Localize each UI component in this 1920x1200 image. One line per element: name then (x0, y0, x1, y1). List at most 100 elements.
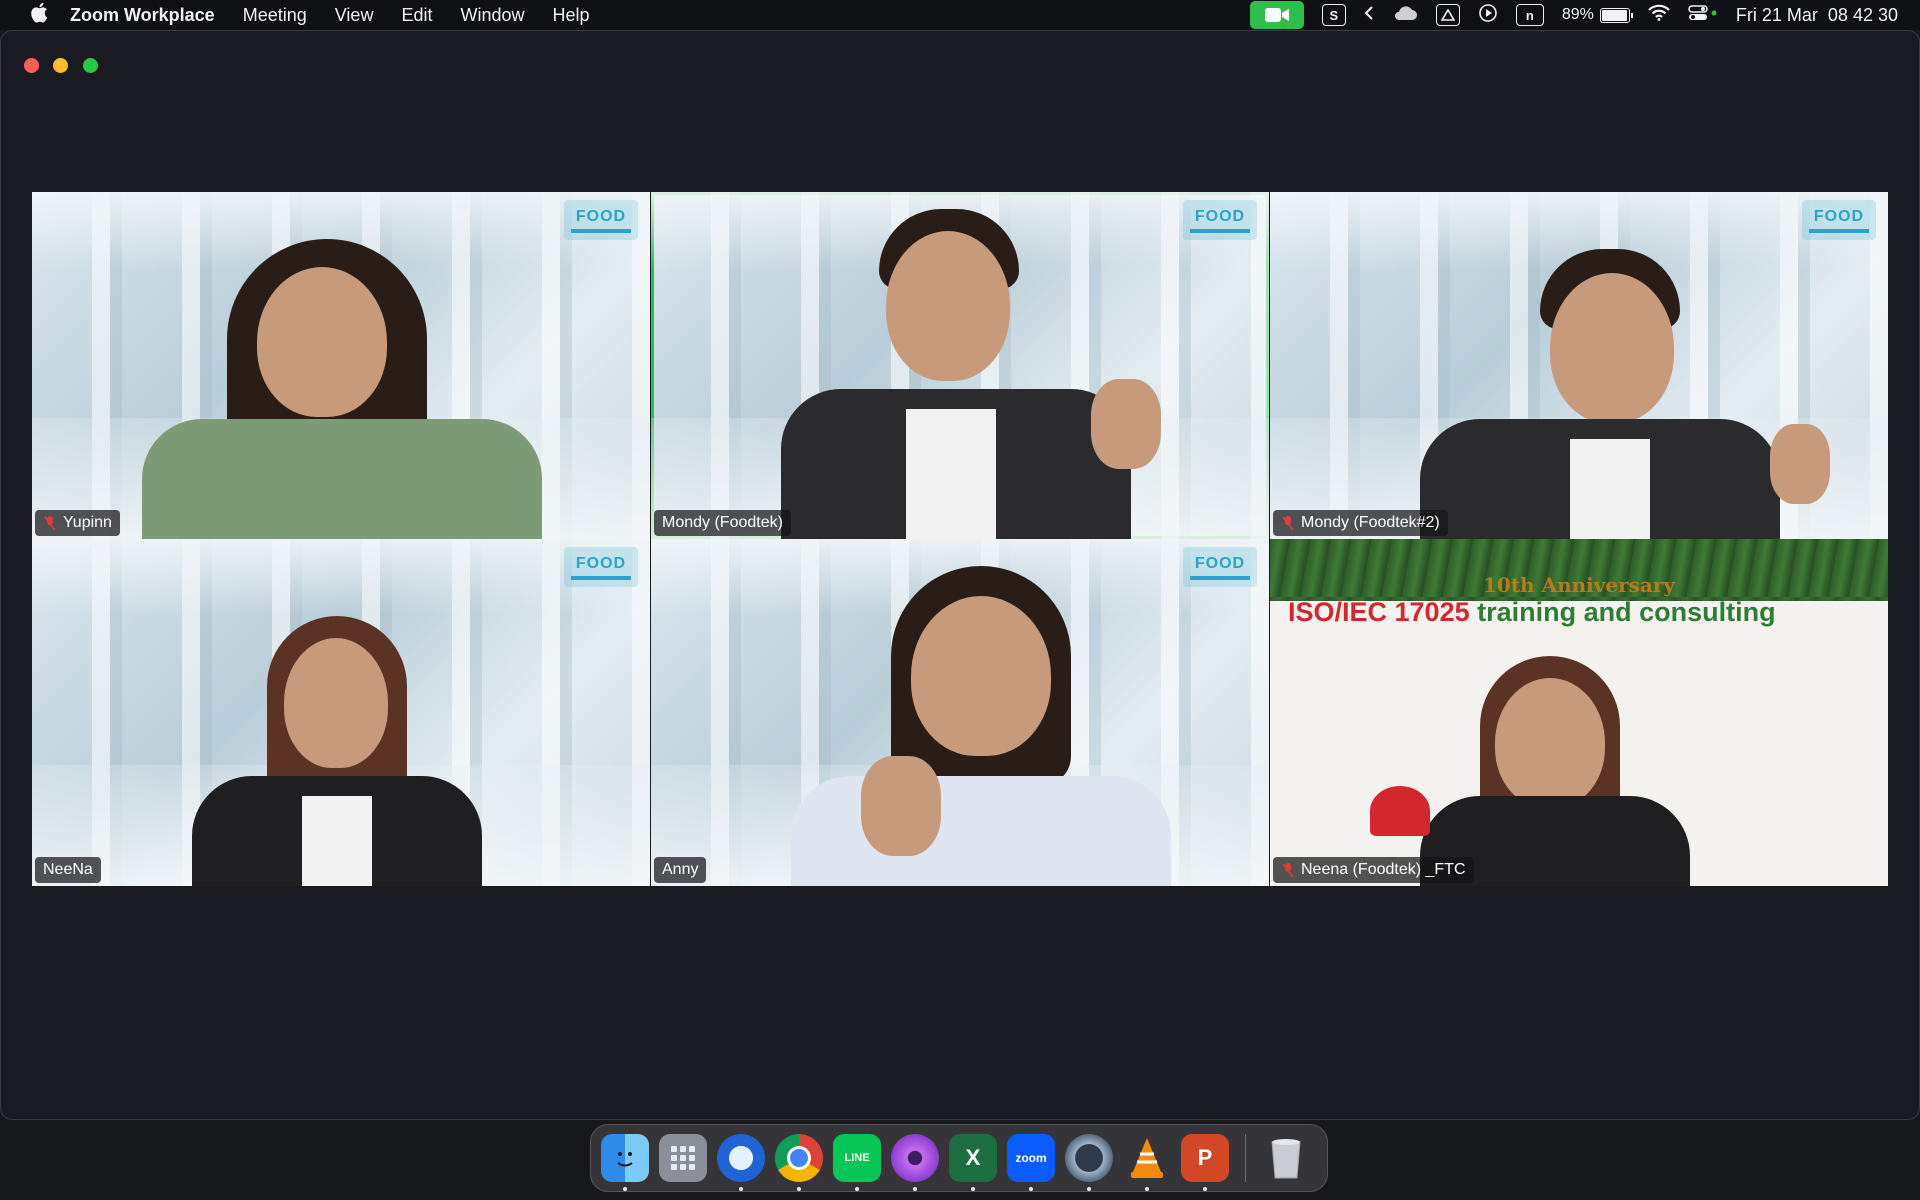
wifi-icon[interactable] (1648, 4, 1670, 26)
participant-name: Mondy (Foodtek#2) (1301, 514, 1440, 531)
menu-help[interactable]: Help (553, 5, 590, 26)
santa-hat-icon (1370, 786, 1430, 836)
logo-text: FOOD (575, 207, 627, 225)
launchpad-icon[interactable] (659, 1134, 707, 1182)
battery-icon (1599, 7, 1633, 23)
menu-view[interactable]: View (335, 5, 374, 26)
name-tag: Anny (654, 857, 707, 883)
muted-mic-icon (1281, 515, 1295, 531)
trash-icon[interactable] (1262, 1134, 1310, 1182)
participant-tile-neena[interactable]: FOOD NeeNa (32, 539, 650, 886)
window-close-button[interactable] (24, 58, 39, 73)
shirt (142, 419, 542, 539)
running-indicator (623, 1187, 627, 1191)
logo-bar (571, 575, 631, 580)
shirt (906, 409, 996, 539)
quicktime-icon[interactable] (1065, 1134, 1113, 1191)
face (911, 596, 1051, 756)
participant-tile-neena-foodtek-ftc[interactable]: 10th Anniversary ISO/IEC 17025 training … (1270, 539, 1888, 886)
app-menu-zoom[interactable]: Zoom Workplace (70, 5, 215, 26)
zoom-label: zoom (1015, 1151, 1047, 1165)
window-minimize-button[interactable] (53, 58, 68, 73)
thunderbird-icon[interactable] (717, 1134, 765, 1191)
skype-icon[interactable]: S (1321, 4, 1346, 26)
google-drive-icon[interactable] (1435, 4, 1460, 26)
face (1495, 678, 1605, 808)
name-tag: Yupinn (35, 510, 120, 536)
control-center-icon[interactable] (1688, 4, 1718, 27)
background-ceiling (32, 539, 650, 616)
participant-tile-yupinn[interactable]: FOOD Yupinn (32, 192, 650, 539)
chevron-left-icon[interactable] (1364, 5, 1374, 26)
participant-name: Anny (662, 861, 699, 878)
participant-name: Neena (Foodtek) _FTC (1301, 861, 1466, 878)
face (257, 267, 387, 417)
apple-menu-icon[interactable] (22, 2, 56, 28)
line-icon[interactable]: LINE (833, 1134, 881, 1191)
name-tag: Mondy (Foodtek) (654, 510, 791, 536)
logo-text: FOOD (575, 554, 627, 572)
finder-icon[interactable] (601, 1134, 649, 1191)
logo-text: FOOD (1194, 207, 1246, 225)
banner-title-training: training and consulting (1469, 597, 1776, 627)
notion-icon[interactable]: n (1515, 4, 1544, 26)
zoom-icon[interactable]: zoom (1007, 1134, 1055, 1191)
participant-name: Yupinn (63, 514, 112, 531)
foodtek-logo: FOOD (1183, 547, 1257, 587)
blouse (791, 776, 1171, 886)
menu-window[interactable]: Window (460, 5, 524, 26)
muted-mic-icon (1281, 862, 1295, 878)
dock: LINE X zoom P (590, 1124, 1328, 1192)
running-indicator (855, 1187, 859, 1191)
excel-icon[interactable]: X (949, 1134, 997, 1191)
participant-video-mondy-2 (1390, 249, 1830, 539)
name-tag: Mondy (Foodtek#2) (1273, 510, 1448, 536)
running-indicator (1145, 1187, 1149, 1191)
participant-video-yupinn (142, 239, 542, 539)
clock-time: 08 42 30 (1827, 4, 1898, 25)
running-indicator (1029, 1187, 1033, 1191)
vlc-icon[interactable] (1123, 1134, 1171, 1191)
face (1550, 273, 1674, 423)
face (284, 638, 388, 768)
chrome-icon[interactable] (775, 1134, 823, 1191)
participant-video-neena (192, 616, 512, 886)
anniversary-text: 10th Anniversary (1482, 573, 1676, 597)
logo-bar (571, 228, 631, 233)
participant-video-mondy (761, 209, 1181, 539)
shirt (1570, 439, 1650, 539)
participant-tile-anny[interactable]: FOOD Anny (651, 539, 1269, 886)
cloud-icon[interactable] (1392, 5, 1418, 26)
powerpoint-label: P (1197, 1145, 1213, 1170)
play-circle-icon[interactable] (1478, 3, 1498, 28)
foodtek-logo: FOOD (1802, 200, 1876, 240)
logo-bar (1809, 228, 1869, 233)
battery-status[interactable]: 89% (1561, 6, 1633, 24)
participant-tile-mondy-foodtek-2[interactable]: FOOD Mondy (Foodtek#2) (1270, 192, 1888, 539)
running-indicator (913, 1187, 917, 1191)
dock-separator (1245, 1134, 1246, 1182)
menu-meeting[interactable]: Meeting (243, 5, 307, 26)
participant-video-neena-ftc (1360, 656, 1690, 886)
battery-percent: 89% (1561, 6, 1594, 23)
participant-name: NeeNa (43, 861, 93, 878)
hand (861, 756, 941, 856)
foodtek-logo: FOOD (564, 200, 638, 240)
running-indicator (739, 1187, 743, 1191)
participant-tile-mondy-foodtek[interactable]: FOOD Mondy (Foodtek) (651, 192, 1269, 539)
menu-edit[interactable]: Edit (401, 5, 432, 26)
banner-title-iso: ISO/IEC 17025 (1288, 597, 1470, 627)
window-zoom-button[interactable] (83, 58, 98, 73)
participant-name: Mondy (Foodtek) (662, 514, 783, 531)
hand (1770, 424, 1830, 504)
menu-bar: Zoom Workplace Meeting View Edit Window … (0, 0, 1920, 30)
zoom-camera-status-icon[interactable] (1249, 1, 1304, 29)
menubar-clock[interactable]: Fri 21 Mar 08 42 30 (1736, 5, 1898, 26)
flower-app-icon[interactable] (891, 1134, 939, 1191)
participant-video-anny (741, 566, 1181, 886)
logo-text: FOOD (1194, 554, 1246, 572)
line-label: LINE (844, 1152, 870, 1164)
muted-mic-icon (43, 515, 57, 531)
powerpoint-icon[interactable]: P (1181, 1134, 1229, 1191)
running-indicator (1087, 1187, 1091, 1191)
